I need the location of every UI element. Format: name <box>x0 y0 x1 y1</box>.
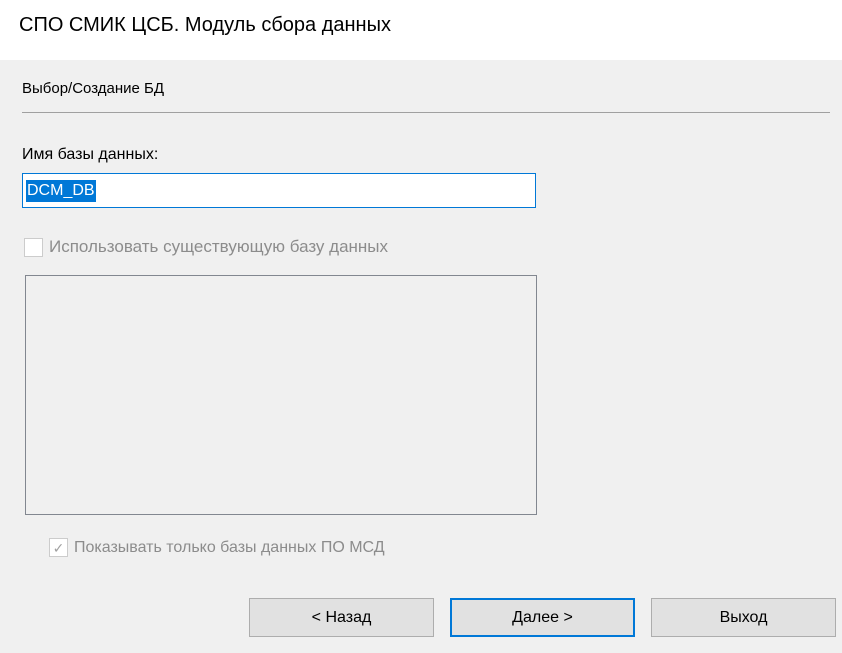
only-msd-checkbox[interactable]: ✓ <box>49 538 68 557</box>
back-button[interactable]: < Назад <box>249 598 434 637</box>
checkmark-icon: ✓ <box>52 539 65 556</box>
exit-button[interactable]: Выход <box>651 598 836 637</box>
use-existing-db-option[interactable]: Использовать существующую базу данных <box>24 237 388 257</box>
header-separator <box>22 112 830 113</box>
db-name-label: Имя базы данных: <box>22 146 159 163</box>
db-name-input[interactable]: DCM_DB <box>22 173 536 208</box>
next-button[interactable]: Далее > <box>450 598 635 637</box>
use-existing-db-checkbox[interactable] <box>24 237 43 257</box>
only-msd-label: Показывать только базы данных ПО МСД <box>74 538 385 556</box>
use-existing-db-label: Использовать существующую базу данных <box>49 237 389 256</box>
section-title: Выбор/Создание БД <box>22 80 165 97</box>
database-list[interactable] <box>25 275 537 515</box>
window-title: СПО СМИК ЦСБ. Модуль сбора данных <box>19 14 391 36</box>
wizard-dialog: Выбор/Создание БД Имя базы данных: DCM_D… <box>0 60 842 653</box>
only-msd-option[interactable]: ✓ Показывать только базы данных ПО МСД <box>49 538 385 557</box>
title-bar: СПО СМИК ЦСБ. Модуль сбора данных <box>0 0 842 60</box>
db-name-value[interactable]: DCM_DB <box>26 179 96 202</box>
